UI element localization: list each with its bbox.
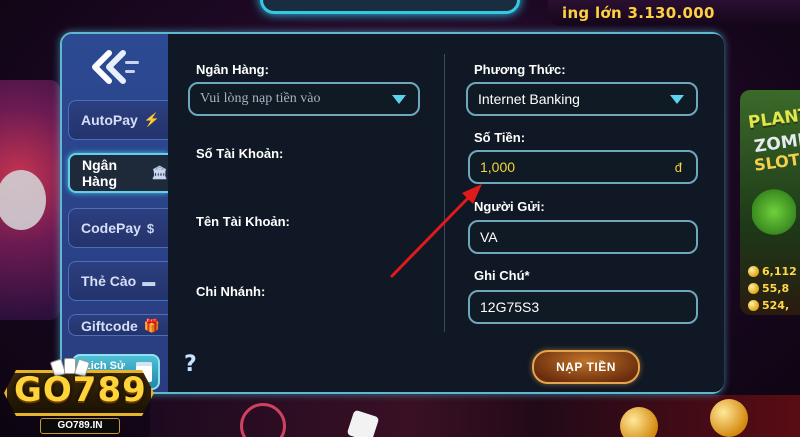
tab-label: Giftcode [81, 318, 138, 334]
brand-logo: GO789 GO789.IN [0, 358, 158, 437]
background-game-card-left [0, 80, 60, 320]
bg-stat-row: 524, [748, 299, 789, 312]
decor-ring [240, 403, 286, 437]
column-divider [444, 54, 445, 332]
tab-autopay[interactable]: AutoPay ⚡ [68, 100, 168, 140]
method-value: Internet Banking [478, 91, 580, 107]
note-value: 12G75S3 [480, 299, 540, 315]
amount-input[interactable]: 1,000 đ [468, 150, 698, 184]
method-select[interactable]: Internet Banking [466, 82, 698, 116]
amount-value: 1,000 [480, 159, 516, 175]
plant-image [752, 182, 796, 242]
logo-text: GO789 [14, 370, 147, 410]
double-chevron-left-icon [92, 50, 139, 84]
sender-value: VA [480, 229, 498, 245]
account-name-label: Tên Tài Khoản: [196, 214, 290, 229]
promo-title-top: PLANTS [746, 102, 800, 134]
tab-label: AutoPay [81, 112, 138, 128]
sender-input[interactable]: VA [468, 220, 698, 254]
note-input[interactable]: 12G75S3 [468, 290, 698, 324]
deposit-submit-button[interactable]: NẠP TIỀN [532, 350, 640, 384]
background-bottom-strip [150, 395, 800, 437]
sender-label: Người Gửi: [474, 199, 545, 214]
tab-label: Ngân Hàng [82, 157, 117, 189]
back-button[interactable] [86, 46, 146, 88]
coin-icon [748, 283, 759, 294]
amount-label: Số Tiền: [474, 130, 526, 145]
tab-ngan-hang[interactable]: Ngân Hàng 🏛 [68, 153, 168, 193]
lightning-icon: ⚡ [143, 112, 160, 127]
background-top-frame [260, 0, 520, 14]
note-label: Ghi Chú* [474, 268, 530, 283]
branch-label: Chi Nhánh: [196, 284, 266, 299]
gold-coin-icon [620, 407, 658, 437]
submit-label: NẠP TIỀN [556, 360, 616, 374]
bank-placeholder: Vui lòng nạp tiền vào [200, 91, 321, 106]
bg-stat-row: 6,112 [748, 265, 797, 278]
bg-stat-row: 55,8 [748, 282, 789, 295]
help-icon[interactable]: ? [184, 352, 197, 377]
coin-icon: $ [146, 220, 155, 236]
tab-label: CodePay [81, 220, 141, 236]
tab-codepay[interactable]: CodePay $ [68, 208, 168, 248]
tab-label: Thẻ Cào [81, 273, 137, 289]
bank-select[interactable]: Vui lòng nạp tiền vào [188, 82, 420, 116]
dice-icon [346, 409, 380, 437]
method-label: Phương Thức: [474, 62, 566, 77]
bank-label: Ngân Hàng: [196, 62, 269, 77]
card-icon: ▬ [142, 273, 156, 289]
bank-icon: 🏛 [151, 165, 168, 180]
tab-the-cao[interactable]: Thẻ Cào ▬ [68, 261, 168, 301]
currency-symbol: đ [674, 160, 682, 175]
tab-giftcode[interactable]: Giftcode 🎁 [68, 314, 168, 336]
dropdown-caret-icon [392, 95, 406, 104]
gold-coin-icon [710, 399, 748, 437]
deposit-form: Ngân Hàng: Vui lòng nạp tiền vào Số Tài … [168, 34, 724, 392]
logo-domain: GO789.IN [40, 418, 120, 434]
deposit-dialog: AutoPay ⚡ Ngân Hàng 🏛 CodePay $ Thẻ Cào … [60, 32, 724, 394]
deposit-sidebar: AutoPay ⚡ Ngân Hàng 🏛 CodePay $ Thẻ Cào … [62, 34, 168, 392]
coin-icon [748, 266, 759, 277]
mascot-image [0, 170, 46, 230]
jackpot-banner: ing lớn 3.130.000 [548, 0, 800, 26]
gift-icon: 🎁 [143, 318, 160, 333]
coin-icon [748, 300, 759, 311]
account-number-label: Số Tài Khoản: [196, 146, 284, 161]
dropdown-caret-icon [670, 95, 684, 104]
